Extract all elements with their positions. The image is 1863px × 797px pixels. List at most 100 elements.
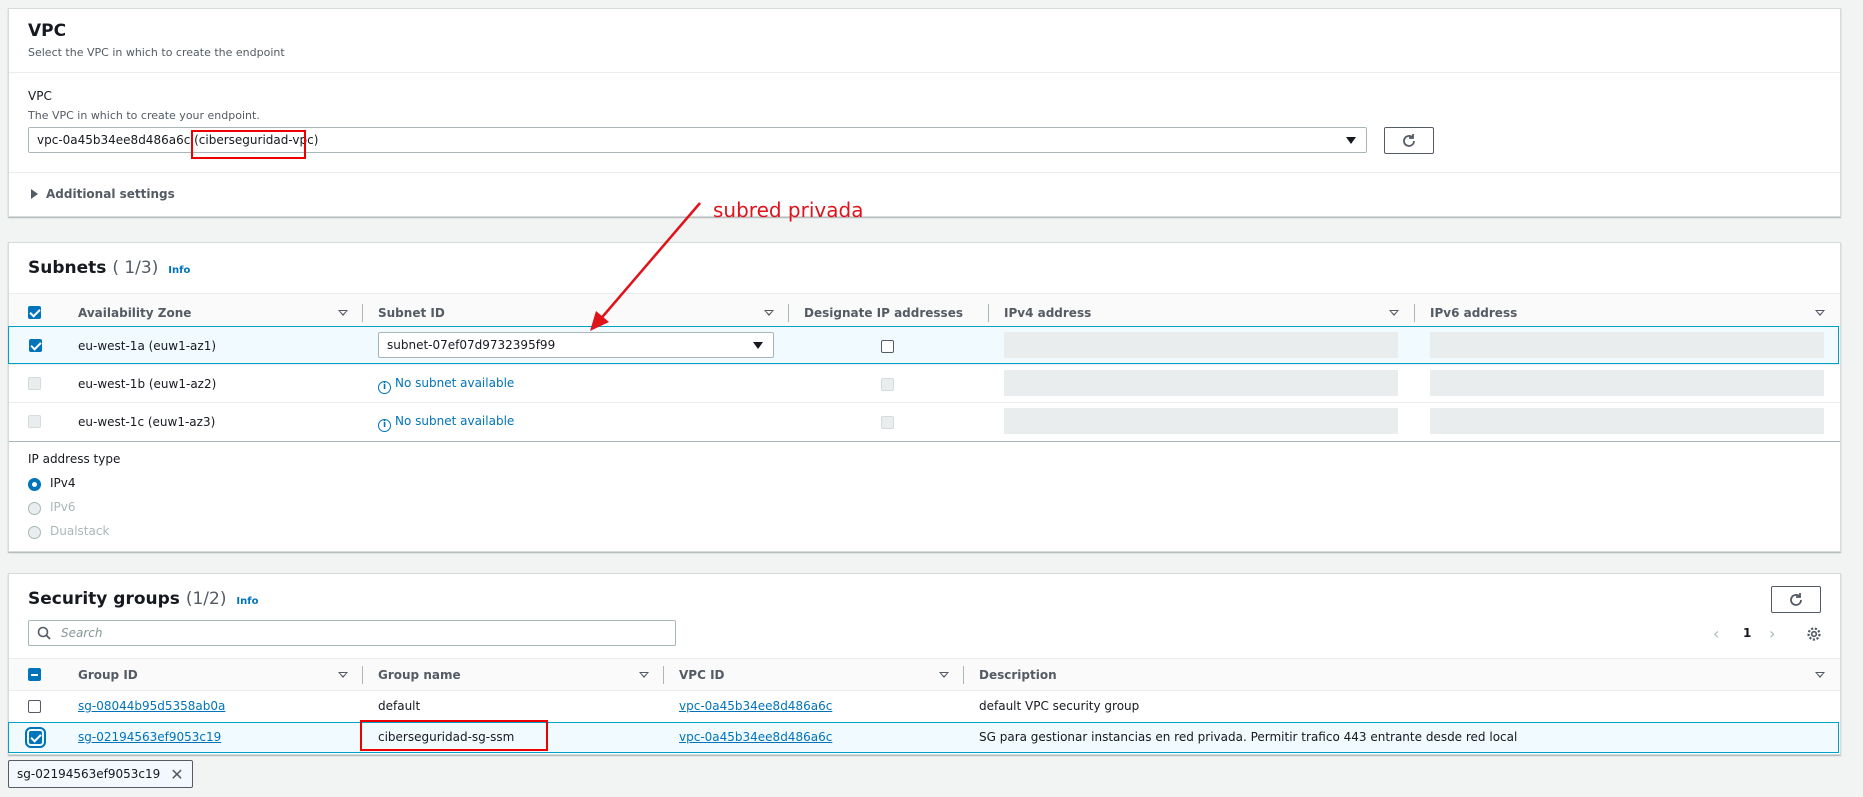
sort-icon[interactable]: [639, 672, 649, 678]
column-divider: [1414, 304, 1415, 322]
az-cell: eu-west-1c (euw1-az3): [78, 415, 216, 429]
row-checkbox[interactable]: [28, 700, 41, 713]
selected-sg-token-label: sg-02194563ef9053c19: [17, 767, 161, 781]
subnet-select[interactable]: subnet-07ef07d9732395f99: [378, 332, 774, 358]
col-ipv6-address[interactable]: IPv6 address: [1430, 306, 1517, 320]
no-subnet-cell: i No subnet available: [378, 376, 514, 394]
refresh-icon: [1403, 133, 1415, 147]
sg-description-cell: default VPC security group: [979, 699, 1140, 713]
sg-info-link[interactable]: Info: [236, 596, 258, 607]
col-description[interactable]: Description: [979, 668, 1057, 682]
sg-search-placeholder: Search: [61, 626, 103, 640]
subnets-info-link[interactable]: Info: [168, 265, 190, 276]
subnets-title: Subnets: [28, 258, 107, 278]
security-groups-panel: Security groups (1/2) Info Search ‹ 1 › …: [8, 573, 1841, 755]
radio-ipv4-label[interactable]: IPv4: [50, 476, 76, 490]
divider: [9, 72, 1840, 73]
designate-ip-checkbox[interactable]: [881, 340, 894, 353]
subnets-panel: Subnets ( 1/3) Info Availability Zone Su…: [8, 242, 1841, 552]
additional-settings-toggle[interactable]: Additional settings: [31, 187, 175, 201]
row-checkbox: [28, 377, 41, 390]
sg-title: Security groups: [28, 589, 180, 609]
gear-icon[interactable]: [1806, 626, 1822, 642]
vpc-id-link[interactable]: vpc-0a45b34ee8d486a6c: [679, 730, 832, 744]
no-subnet-text: No subnet available: [395, 414, 515, 428]
info-circle-icon: i: [378, 381, 391, 394]
highlight-vpc-name: [191, 130, 306, 159]
highlight-sg-name: [360, 720, 548, 751]
column-divider: [362, 304, 363, 322]
designate-ip-checkbox: [881, 416, 894, 429]
ipv4-field: [1004, 332, 1398, 358]
radio-ipv4[interactable]: [28, 478, 41, 491]
vpc-title: VPC: [28, 21, 67, 41]
subnets-count: ( 1/3): [112, 258, 159, 278]
col-vpc-id[interactable]: VPC ID: [679, 668, 725, 682]
select-all-checkbox[interactable]: [28, 668, 41, 681]
table-row[interactable]: sg-08044b95d5358ab0a default vpc-0a45b34…: [9, 690, 1840, 723]
refresh-sg-button[interactable]: [1771, 586, 1821, 613]
divider: [9, 172, 1840, 173]
row-checkbox[interactable]: [29, 339, 42, 352]
sort-icon[interactable]: [1815, 672, 1825, 678]
table-row[interactable]: eu-west-1b (euw1-az2) i No subnet availab…: [9, 364, 1840, 403]
sort-icon[interactable]: [1389, 310, 1399, 316]
refresh-vpc-button[interactable]: [1384, 127, 1434, 154]
sort-icon[interactable]: [939, 672, 949, 678]
caret-right-icon: [31, 189, 38, 199]
column-divider: [663, 666, 664, 684]
refresh-icon: [1790, 592, 1802, 606]
az-cell: eu-west-1a (euw1-az1): [78, 339, 217, 353]
no-subnet-cell: i No subnet available: [378, 414, 514, 432]
table-row[interactable]: eu-west-1a (euw1-az1) subnet-07ef07d9732…: [8, 326, 1839, 364]
radio-ipv6: [28, 502, 41, 515]
vpc-field-label: VPC: [28, 89, 52, 103]
vpc-field-help: The VPC in which to create your endpoint…: [28, 109, 260, 122]
col-group-id[interactable]: Group ID: [78, 668, 138, 682]
next-page-button: ›: [1769, 624, 1776, 643]
col-ipv4-address[interactable]: IPv4 address: [1004, 306, 1091, 320]
ipv4-field: [1004, 370, 1398, 396]
table-row[interactable]: eu-west-1c (euw1-az3) i No subnet availab…: [9, 402, 1840, 442]
sort-icon[interactable]: [338, 310, 348, 316]
sg-description-cell: SG para gestionar instancias en red priv…: [979, 730, 1518, 744]
radio-ipv6-label: IPv6: [50, 500, 76, 514]
row-checkbox[interactable]: [25, 727, 46, 748]
row-checkbox: [28, 415, 41, 428]
table-row[interactable]: sg-02194563ef9053c19 ciberseguridad-sg-s…: [8, 722, 1839, 753]
vpc-description: Select the VPC in which to create the en…: [28, 46, 285, 59]
ipv6-field: [1430, 370, 1824, 396]
sg-table-header: Group ID Group name VPC ID Description: [9, 658, 1840, 691]
col-group-name[interactable]: Group name: [378, 668, 461, 682]
designate-ip-checkbox: [881, 378, 894, 391]
vpc-panel: VPC Select the VPC in which to create th…: [8, 8, 1841, 217]
subnet-select-value: subnet-07ef07d9732395f99: [387, 338, 556, 352]
subnets-header: Subnets ( 1/3) Info: [28, 258, 190, 278]
radio-dualstack-label: Dualstack: [50, 524, 110, 538]
sg-search-input[interactable]: Search: [28, 620, 676, 646]
col-availability-zone[interactable]: Availability Zone: [78, 306, 191, 320]
sort-icon[interactable]: [338, 672, 348, 678]
sg-id-link[interactable]: sg-02194563ef9053c19: [78, 730, 221, 744]
az-cell: eu-west-1b (euw1-az2): [78, 377, 217, 391]
ipv6-field: [1430, 332, 1824, 358]
close-icon[interactable]: ✕: [170, 765, 183, 784]
col-subnet-id[interactable]: Subnet ID: [378, 306, 445, 320]
ipv4-field: [1004, 408, 1398, 434]
search-icon: [37, 626, 51, 640]
column-divider: [963, 666, 964, 684]
vpc-id-link[interactable]: vpc-0a45b34ee8d486a6c: [679, 699, 832, 713]
ip-address-type-label: IP address type: [28, 452, 121, 466]
sg-name-cell: default: [378, 699, 421, 713]
prev-page-button: ‹: [1713, 624, 1720, 643]
additional-settings-label: Additional settings: [46, 187, 175, 201]
sg-count: (1/2): [185, 589, 227, 609]
column-divider: [788, 304, 789, 322]
annotation-text: subred privada: [713, 198, 864, 222]
sg-id-link[interactable]: sg-08044b95d5358ab0a: [78, 699, 225, 713]
chevron-down-icon: [753, 342, 763, 349]
sort-icon[interactable]: [1815, 310, 1825, 316]
sort-icon[interactable]: [764, 310, 774, 316]
page-number[interactable]: 1: [1743, 626, 1751, 640]
select-all-checkbox[interactable]: [28, 306, 41, 319]
